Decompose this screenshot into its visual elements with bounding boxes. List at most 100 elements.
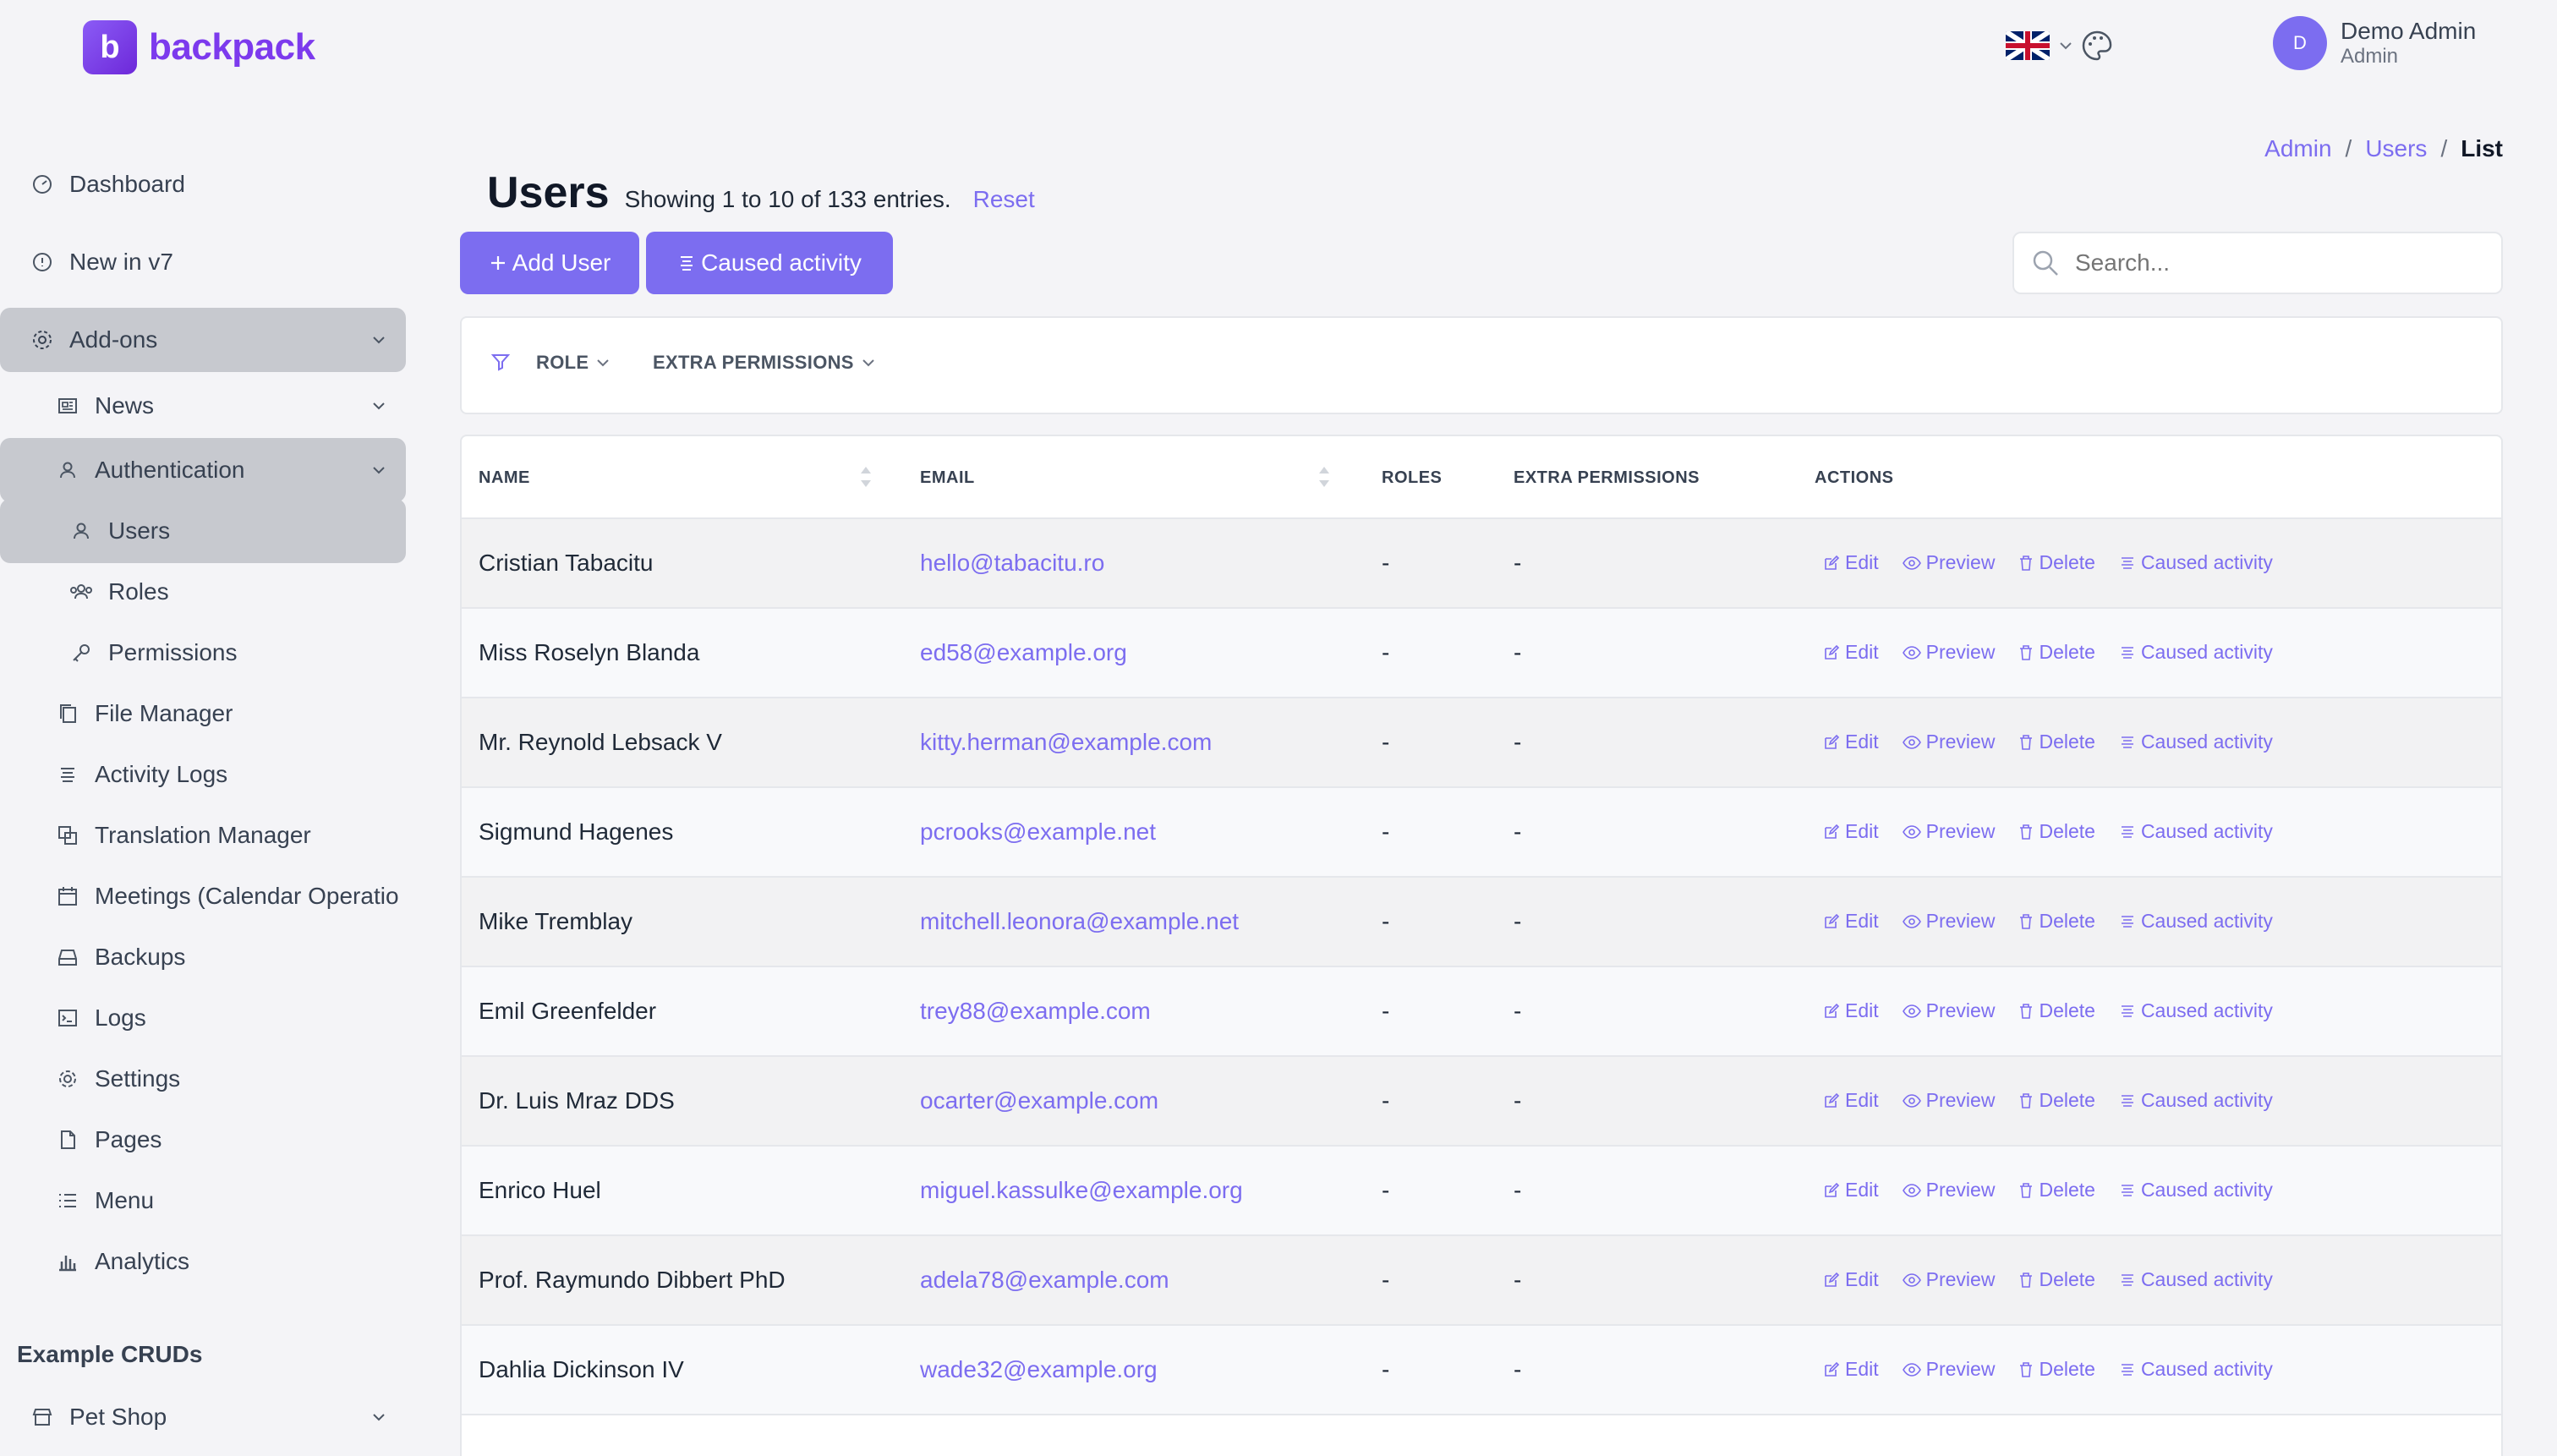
cell-email[interactable]: hello@tabacitu.ro xyxy=(920,550,1104,577)
caused-activity-button[interactable]: Caused activity xyxy=(2119,1268,2273,1291)
edit-button[interactable]: Edit xyxy=(1823,1358,1879,1381)
sidebar-item-analytics[interactable]: Analytics xyxy=(0,1229,406,1294)
search-icon xyxy=(2033,250,2058,276)
caused-activity-button[interactable]: Caused activity xyxy=(646,232,893,294)
edit-button[interactable]: Edit xyxy=(1823,1179,1879,1201)
action-label: Edit xyxy=(1845,1089,1879,1111)
delete-button[interactable]: Delete xyxy=(2018,910,2095,933)
cell-email[interactable]: mitchell.leonora@example.net xyxy=(920,908,1239,935)
brand[interactable]: b backpack xyxy=(83,20,315,74)
eye-icon xyxy=(1902,555,1921,572)
delete-button[interactable]: Delete xyxy=(2018,641,2095,664)
table-row: Cristian Tabacitu hello@tabacitu.ro - - Edit… xyxy=(462,519,2501,609)
sort-icon[interactable] xyxy=(857,462,874,492)
sidebar-item-permissions[interactable]: Permissions xyxy=(0,621,406,685)
edit-button[interactable]: Edit xyxy=(1823,820,1879,843)
preview-button[interactable]: Preview xyxy=(1902,999,1995,1022)
caused-activity-button[interactable]: Caused activity xyxy=(2119,641,2273,664)
sidebar-item-label: Analytics xyxy=(95,1248,190,1274)
caused-activity-button[interactable]: Caused activity xyxy=(2119,551,2273,574)
edit-button[interactable]: Edit xyxy=(1823,999,1879,1022)
caused-activity-button[interactable]: Caused activity xyxy=(2119,820,2273,843)
delete-button[interactable]: Delete xyxy=(2018,1268,2095,1291)
cell-email[interactable]: wade32@example.org xyxy=(920,1356,1158,1383)
delete-button[interactable]: Delete xyxy=(2018,731,2095,753)
caused-activity-button[interactable]: Caused activity xyxy=(2119,1179,2273,1201)
cell-email[interactable]: ed58@example.org xyxy=(920,639,1127,666)
sidebar-item-roles[interactable]: Roles xyxy=(0,560,406,624)
delete-button[interactable]: Delete xyxy=(2018,1358,2095,1381)
sidebar-item-users[interactable]: Users xyxy=(0,499,406,563)
edit-button[interactable]: Edit xyxy=(1823,551,1879,574)
preview-button[interactable]: Preview xyxy=(1902,1179,1996,1201)
preview-button[interactable]: Preview xyxy=(1902,910,1995,933)
cell-extra-permissions: - xyxy=(1514,639,1522,665)
sidebar-item-menu[interactable]: Menu xyxy=(0,1169,406,1233)
caused-activity-button[interactable]: Caused activity xyxy=(2119,731,2273,753)
caused-activity-button[interactable]: Caused activity xyxy=(2119,999,2273,1022)
edit-button[interactable]: Edit xyxy=(1823,1268,1879,1291)
sidebar-item-file-manager[interactable]: File Manager xyxy=(0,681,406,746)
preview-button[interactable]: Preview xyxy=(1902,820,1995,843)
sidebar-item-authentication[interactable]: Authentication xyxy=(0,438,406,502)
delete-button[interactable]: Delete xyxy=(2018,999,2095,1022)
breadcrumb-users[interactable]: Users xyxy=(2365,135,2427,162)
cell-email[interactable]: miguel.kassulke@example.org xyxy=(920,1177,1243,1204)
sidebar-item-translation-manager[interactable]: Translation Manager xyxy=(0,803,406,868)
table-header: NAME EMAIL ROLES EXTRA PERMISSIONS ACTIO… xyxy=(462,436,2501,519)
chevron-down-icon xyxy=(365,392,392,419)
column-header-email[interactable]: EMAIL xyxy=(920,468,975,488)
filter-extra-permissions[interactable]: EXTRA PERMISSIONS xyxy=(653,352,876,374)
user-menu[interactable]: D Demo Admin Admin xyxy=(2273,14,2527,73)
sidebar-item-activity-logs[interactable]: Activity Logs xyxy=(0,742,406,807)
edit-button[interactable]: Edit xyxy=(1823,1089,1879,1112)
caused-activity-button[interactable]: Caused activity xyxy=(2119,910,2273,933)
sidebar-item-news[interactable]: News xyxy=(0,374,406,438)
cell-email[interactable]: kitty.herman@example.com xyxy=(920,729,1212,756)
preview-button[interactable]: Preview xyxy=(1902,1089,1995,1112)
edit-button[interactable]: Edit xyxy=(1823,641,1879,664)
breadcrumb-admin[interactable]: Admin xyxy=(2264,135,2331,162)
sidebar-item-backups[interactable]: Backups xyxy=(0,925,406,989)
cell-email[interactable]: trey88@example.com xyxy=(920,998,1151,1025)
delete-button[interactable]: Delete xyxy=(2018,1089,2095,1112)
cell-email[interactable]: pcrooks@example.net xyxy=(920,818,1156,846)
cell-email[interactable]: adela78@example.com xyxy=(920,1267,1169,1294)
edit-button[interactable]: Edit xyxy=(1823,910,1879,933)
caused-activity-button[interactable]: Caused activity xyxy=(2119,1089,2273,1112)
column-header-name[interactable]: NAME xyxy=(479,468,530,488)
sidebar-item-new-in-v7[interactable]: New in v7 xyxy=(0,230,406,294)
caused-activity-button[interactable]: Caused activity xyxy=(2119,1358,2273,1381)
add-user-button[interactable]: Add User xyxy=(460,232,639,294)
sidebar-item-dashboard[interactable]: Dashboard xyxy=(0,152,406,216)
delete-button[interactable]: Delete xyxy=(2018,1179,2095,1201)
filter-role[interactable]: ROLE xyxy=(536,352,611,374)
sidebar-item-add-ons[interactable]: Add-ons xyxy=(0,308,406,372)
preview-button[interactable]: Preview xyxy=(1902,641,1995,664)
chevron-down-icon xyxy=(862,359,874,367)
sidebar-item-logs[interactable]: Logs xyxy=(0,986,406,1050)
preview-button[interactable]: Preview xyxy=(1902,551,1995,574)
cell-email[interactable]: ocarter@example.com xyxy=(920,1087,1158,1114)
sort-icon[interactable] xyxy=(1316,462,1333,492)
preview-button[interactable]: Preview xyxy=(1902,1268,1995,1291)
sidebar-item-settings[interactable]: Settings xyxy=(0,1047,406,1111)
preview-button[interactable]: Preview xyxy=(1902,1358,1995,1381)
delete-button[interactable]: Delete xyxy=(2018,551,2095,574)
sidebar-item-pages[interactable]: Pages xyxy=(0,1108,406,1172)
edit-button[interactable]: Edit xyxy=(1823,731,1879,753)
palette-icon[interactable] xyxy=(2073,22,2121,69)
search-box[interactable] xyxy=(2012,232,2503,294)
cell-name: Dahlia Dickinson IV xyxy=(479,1356,684,1382)
preview-button[interactable]: Preview xyxy=(1902,731,1995,753)
stack-icon xyxy=(51,758,85,791)
reset-link[interactable]: Reset xyxy=(973,186,1035,213)
entries-summary: Showing 1 to 10 of 133 entries. xyxy=(624,186,951,212)
action-label: Preview xyxy=(1925,1179,1996,1201)
delete-button[interactable]: Delete xyxy=(2018,820,2095,843)
sidebar-item-pet-shop[interactable]: Pet Shop xyxy=(0,1385,406,1449)
cell-extra-permissions: - xyxy=(1514,998,1522,1024)
table-row: Dahlia Dickinson IV wade32@example.org - - E… xyxy=(462,1326,2501,1415)
sidebar-item-meetings[interactable]: Meetings (Calendar Operatio xyxy=(0,864,406,928)
search-input[interactable] xyxy=(2075,249,2481,276)
